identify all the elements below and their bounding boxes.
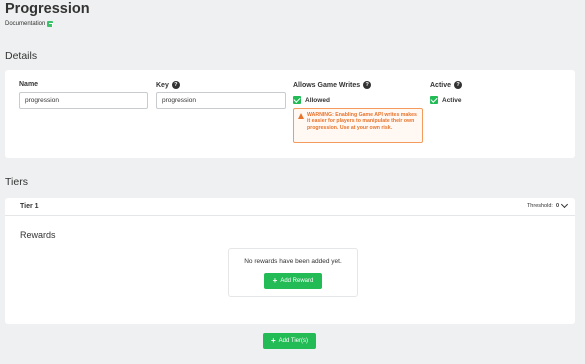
warning-box: WARNING: Enabling Game API writes makes …	[293, 108, 423, 143]
key-input[interactable]: progression	[156, 92, 286, 109]
threshold-toggle[interactable]: Threshold: 0	[526, 200, 569, 209]
active-checkbox-label: Active	[442, 96, 462, 104]
warning-triangle-icon	[298, 113, 304, 119]
plus-icon: +	[270, 336, 276, 345]
add-reward-label: Add Reward	[280, 278, 314, 284]
page-title: Progression	[5, 1, 90, 17]
add-tier-label: Add Tier(s)	[278, 338, 308, 344]
details-section-title: Details	[5, 50, 38, 62]
key-label: Key ?	[156, 81, 180, 89]
tiers-section-title: Tiers	[5, 176, 28, 188]
allowed-checkbox-row[interactable]: Allowed	[293, 96, 330, 104]
documentation-label: Documentation	[5, 21, 46, 27]
rewards-empty-state: No rewards have been added yet. + Add Re…	[228, 248, 358, 297]
threshold-value: 0	[555, 203, 559, 209]
name-label-text: Name	[19, 81, 39, 88]
name-input[interactable]: progression	[19, 92, 148, 109]
documentation-link[interactable]: Documentation	[5, 21, 54, 27]
threshold-label: Threshold:	[526, 203, 553, 209]
name-label: Name	[19, 81, 38, 88]
active-label: Active ?	[430, 81, 463, 89]
external-link-icon	[47, 21, 54, 27]
empty-rewards-text: No rewards have been added yet.	[244, 258, 342, 265]
details-card: Name progression Key ? progression Allow…	[5, 70, 575, 158]
active-label-text: Active	[430, 81, 452, 89]
active-checkbox[interactable]	[430, 96, 438, 104]
question-circle-icon[interactable]: ?	[171, 81, 180, 89]
tier-name: Tier 1	[20, 203, 39, 210]
allowed-checkbox-label: Allowed	[305, 96, 330, 104]
add-tier-button[interactable]: + Add Tier(s)	[263, 333, 316, 349]
rewards-title: Rewards	[20, 230, 56, 240]
warning-text: WARNING: Enabling Game API writes makes …	[307, 112, 417, 131]
allowed-checkbox[interactable]	[293, 96, 301, 104]
chevron-down-icon[interactable]	[560, 200, 569, 209]
allows-game-writes-label: Allows Game Writes ?	[293, 81, 372, 89]
question-circle-icon[interactable]: ?	[454, 81, 463, 89]
add-reward-button[interactable]: + Add Reward	[264, 273, 322, 289]
tier-card: Tier 1 Threshold: 0 Rewards No rewards h…	[5, 198, 575, 324]
active-checkbox-row[interactable]: Active	[430, 96, 462, 104]
question-circle-icon[interactable]: ?	[363, 81, 372, 89]
name-input-value: progression	[25, 97, 59, 104]
plus-icon: +	[272, 276, 278, 285]
key-label-text: Key	[156, 81, 169, 89]
key-input-value: progression	[162, 97, 196, 104]
tier-header[interactable]: Tier 1 Threshold: 0	[5, 198, 575, 216]
allows-game-writes-label-text: Allows Game Writes	[293, 81, 361, 89]
